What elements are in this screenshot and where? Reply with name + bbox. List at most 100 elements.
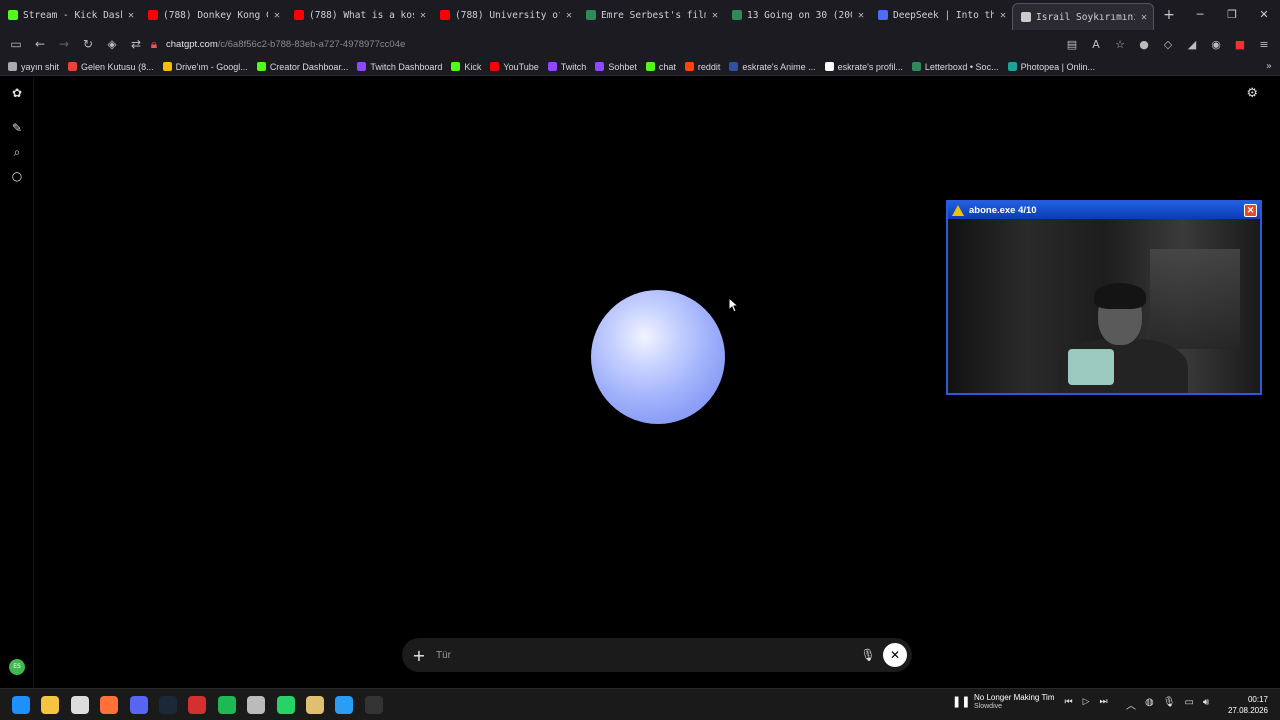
tray-app-icon[interactable]: ◍ (1145, 697, 1154, 712)
bookmark-item[interactable]: Letterboxd • Soc... (911, 62, 999, 72)
bookmark-label: Twitch (560, 61, 587, 72)
tab-close-icon[interactable]: ✕ (712, 10, 718, 21)
menu-icon[interactable]: ≡ (1254, 38, 1274, 51)
browser-tab[interactable]: (788) What is a kos ✕ (286, 0, 432, 30)
new-tab-button[interactable]: + (1154, 0, 1184, 30)
reader-view-icon[interactable]: ▤ (1062, 38, 1082, 51)
extension-bird-icon[interactable]: ◢ (1182, 38, 1202, 51)
tab-favicon-icon (732, 10, 742, 20)
forward-button[interactable]: → (52, 37, 76, 51)
more-bookmarks-icon[interactable]: » (1266, 61, 1272, 72)
add-attachment-button[interactable]: + (402, 646, 436, 665)
tab-close-icon[interactable]: ✕ (566, 10, 572, 21)
browser-tab[interactable]: Emre Serbest's films ✕ (578, 0, 724, 30)
browser-tab[interactable]: İsrail Soykırımını Değ ✕ (1012, 3, 1154, 30)
restore-button[interactable]: ❐ (1216, 0, 1248, 30)
webcam-close-icon[interactable]: ✕ (1244, 204, 1257, 217)
bookmark-item[interactable]: reddit (684, 62, 720, 72)
end-voice-button[interactable]: ✕ (883, 643, 907, 667)
app-gear-icon[interactable] (247, 696, 265, 714)
steam-icon[interactable] (159, 696, 177, 714)
tab-favicon-icon (8, 10, 18, 20)
ccleaner-icon[interactable] (335, 696, 353, 714)
bookmark-label: yayın shit (21, 61, 60, 72)
close-window-button[interactable]: ✕ (1248, 0, 1280, 30)
display-icon[interactable]: ▭ (1184, 697, 1193, 712)
discord-icon[interactable] (130, 696, 148, 714)
windows-start-icon[interactable] (12, 696, 30, 714)
avatar[interactable]: ES (9, 659, 25, 675)
reload-button[interactable]: ↻ (76, 37, 100, 51)
bookmark-item[interactable]: Drive'ım - Googl... (162, 62, 248, 72)
extension-icon[interactable]: ● (1134, 38, 1154, 51)
play-icon[interactable]: ▷ (1083, 697, 1090, 707)
bookmark-item[interactable]: chat (645, 62, 676, 72)
bookmark-item[interactable]: eskrate's Anime ... (729, 62, 816, 72)
browser-tab[interactable]: (788) Donkey Kong Coun ✕ (140, 0, 286, 30)
browser-tab[interactable]: Stream - Kick Dashboar ✕ (0, 0, 140, 30)
whatsapp-icon[interactable] (277, 696, 295, 714)
bookmark-item[interactable]: Sohbet (595, 62, 637, 72)
extension-shield-icon[interactable]: ■ (1230, 38, 1250, 51)
openai-logo-icon[interactable]: ✿ (9, 85, 25, 101)
chevron-up-icon[interactable]: ︿ (1126, 697, 1136, 712)
app-red-icon[interactable] (188, 696, 206, 714)
microphone-icon[interactable]: 🎙︎ (1163, 697, 1176, 712)
bookmark-item[interactable]: Photopea | Onlin... (1007, 61, 1095, 72)
voice-settings-icon[interactable]: ⚙ (1246, 86, 1258, 101)
spotify-icon[interactable] (218, 696, 236, 714)
app-box-icon[interactable] (306, 696, 324, 714)
message-input[interactable] (436, 649, 853, 661)
bookmark-favicon-icon (547, 62, 557, 71)
browser-tab[interactable]: (788) University of ✕ (432, 0, 578, 30)
clock[interactable]: 00:17 27.08.2026 (1228, 694, 1268, 716)
tab-favicon-icon (878, 10, 888, 20)
tab-title: 13 Going on 30 (2004) (747, 9, 852, 21)
firefox-icon[interactable] (100, 696, 118, 714)
tab-close-icon[interactable]: ✕ (128, 10, 134, 21)
bookmark-star-icon[interactable]: ☆ (1110, 38, 1130, 51)
search-icon[interactable]: ⌕ (9, 144, 25, 160)
bookmark-item[interactable]: yayın shit (8, 62, 59, 72)
extensions-puzzle-icon[interactable]: ◇ (1158, 38, 1178, 51)
tab-close-icon[interactable]: ✕ (1000, 10, 1006, 21)
obs-icon[interactable] (71, 696, 89, 714)
url-bar[interactable]: chatgpt.com/c/6a8f56c2-b788-83eb-a727-49… (166, 39, 405, 50)
browser-tab[interactable]: 13 Going on 30 (2004) ✕ (724, 0, 870, 30)
bookmark-item[interactable]: Kick (451, 62, 481, 72)
volume-icon[interactable]: 🔊︎ (1203, 697, 1209, 712)
tab-close-icon[interactable]: ✕ (274, 10, 280, 21)
bookmark-item[interactable]: Creator Dashboar... (256, 62, 348, 72)
next-track-icon[interactable]: ⏭ (1100, 697, 1108, 707)
new-chat-icon[interactable]: ✎ (9, 120, 25, 136)
back-button[interactable]: ← (28, 37, 52, 51)
bookmark-label: Photopea | Onlin... (1020, 61, 1095, 72)
bookmark-favicon-icon (1007, 62, 1017, 71)
profile-icon[interactable]: ◉ (1206, 38, 1226, 51)
tab-close-icon[interactable]: ✕ (858, 10, 864, 21)
tab-favicon-icon (586, 10, 596, 20)
permissions-icon[interactable]: ⇄ (124, 37, 148, 51)
bookmark-item[interactable]: eskrate's profil... (824, 62, 903, 72)
bookmark-item[interactable]: Twitch Dashboard (357, 62, 442, 72)
bookmark-favicon-icon (490, 62, 500, 71)
minimize-button[interactable]: ─ (1184, 0, 1216, 30)
pause-icon[interactable]: ❚❚ (952, 694, 970, 710)
file-explorer-icon[interactable] (41, 696, 59, 714)
tab-close-icon[interactable]: ✕ (1141, 12, 1147, 23)
sidebar-toggle-icon[interactable]: ▭ (4, 37, 28, 51)
shield-icon[interactable]: ◈ (100, 37, 124, 51)
bookmark-item[interactable]: YouTube (490, 62, 539, 72)
mic-muted-icon[interactable]: 🎙︎ (853, 648, 883, 662)
lock-icon[interactable]: 🔒︎ (148, 37, 160, 52)
epic-games-icon[interactable] (365, 696, 383, 714)
bookmark-favicon-icon (595, 62, 605, 71)
tab-close-icon[interactable]: ✕ (420, 10, 426, 21)
previous-track-icon[interactable]: ⏮ (1064, 697, 1072, 707)
bookmark-item[interactable]: Twitch (547, 61, 587, 72)
bookmark-favicon-icon (911, 62, 921, 71)
browser-tab[interactable]: DeepSeek | Into the Un ✕ (870, 0, 1012, 30)
bookmark-item[interactable]: Gelen Kutusu (8... (68, 62, 154, 72)
translate-icon[interactable]: A (1086, 38, 1106, 51)
chat-bubble-icon[interactable]: ○ (9, 168, 25, 184)
